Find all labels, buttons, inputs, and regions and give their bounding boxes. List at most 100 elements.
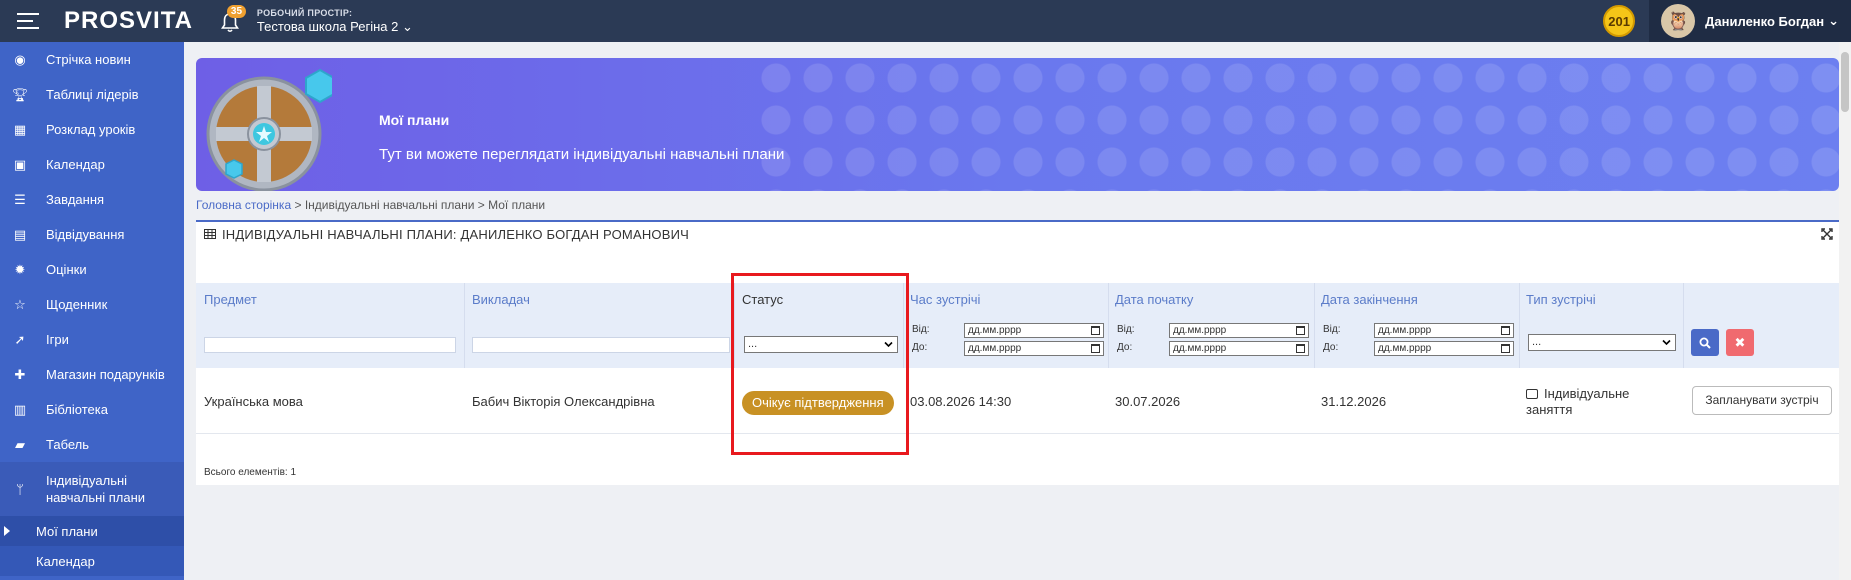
start-date-to-input[interactable]: дд.мм.рррр bbox=[1169, 341, 1309, 356]
monitor-icon bbox=[1526, 389, 1538, 399]
banner-pattern bbox=[756, 58, 1839, 191]
fullscreen-icon[interactable] bbox=[1821, 228, 1833, 240]
column-header-meeting-type[interactable]: Тип зустрічі bbox=[1526, 292, 1596, 307]
sidebar-subitem-my-plans[interactable]: Мої плани bbox=[0, 516, 184, 546]
workspace-switcher[interactable]: РОБОЧИЙ ПРОСТІР: Тестова школа Регіна 2 … bbox=[257, 8, 413, 35]
sidebar-item-label-line2: навчальні плани bbox=[46, 490, 146, 505]
sidebar-item-diary[interactable]: ☆ Щоденник bbox=[0, 287, 184, 322]
calendar-icon bbox=[1501, 326, 1510, 335]
column-divider bbox=[1683, 283, 1684, 368]
column-header-end-date[interactable]: Дата закінчення bbox=[1321, 292, 1418, 307]
date-placeholder: дд.мм.рррр bbox=[968, 343, 1022, 354]
teacher-filter-input[interactable] bbox=[472, 337, 730, 353]
subject-filter-input[interactable] bbox=[204, 337, 456, 353]
star-icon: ☆ bbox=[14, 296, 26, 312]
column-header-subject[interactable]: Предмет bbox=[204, 292, 257, 307]
sidebar-item-tasks[interactable]: ☰ Завдання bbox=[0, 182, 184, 217]
end-date-to-label: До: bbox=[1323, 342, 1339, 353]
sidebar-item-label: Таблиці лідерів bbox=[46, 87, 139, 102]
sidebar-item-label: Табель bbox=[46, 437, 90, 452]
end-date-to-input[interactable]: дд.мм.рррр bbox=[1374, 341, 1514, 356]
column-header-start-date[interactable]: Дата початку bbox=[1115, 292, 1193, 307]
gear-badge-icon: ✹ bbox=[14, 261, 26, 277]
sidebar-item-label: Оцінки bbox=[46, 262, 87, 277]
calendar-icon bbox=[1091, 326, 1100, 335]
end-date-from-input[interactable]: дд.мм.рррр bbox=[1374, 323, 1514, 338]
calendar-icon bbox=[1501, 344, 1510, 353]
search-button[interactable] bbox=[1691, 329, 1719, 356]
panel-header: ІНДИВІДУАЛЬНІ НАВЧАЛЬНІ ПЛАНИ: ДАНИЛЕНКО… bbox=[196, 222, 1839, 246]
sidebar-item-schedule[interactable]: ▦ Розклад уроків bbox=[0, 112, 184, 147]
cell-teacher: Бабич Вікторія Олександрівна bbox=[472, 394, 655, 409]
column-divider bbox=[1314, 283, 1315, 368]
cell-meeting-type: Індивідуальне заняття bbox=[1526, 386, 1666, 418]
gift-icon: ✚ bbox=[14, 366, 26, 382]
meeting-type-filter-select[interactable]: ... bbox=[1528, 334, 1676, 351]
meeting-time-from-input[interactable]: дд.мм.рррр bbox=[964, 323, 1104, 338]
search-icon bbox=[1699, 337, 1711, 349]
calendar-icon: ▣ bbox=[13, 156, 27, 172]
user-menu[interactable]: 🦉 Даниленко Богдан ⌄ bbox=[1649, 0, 1851, 42]
sidebar-item-gift-shop[interactable]: ✚ Магазин подарунків bbox=[0, 357, 184, 392]
sidebar-item-label: Бібліотека bbox=[46, 402, 108, 417]
coins-badge[interactable]: 201 bbox=[1603, 5, 1636, 37]
start-date-from-input[interactable]: дд.мм.рррр bbox=[1169, 323, 1309, 338]
sidebar-item-calendar[interactable]: ▣ Календар bbox=[0, 147, 184, 182]
trophy-icon: 🏆︎ bbox=[11, 86, 29, 102]
notifications-badge: 35 bbox=[226, 5, 247, 18]
clear-filters-button[interactable]: ✖ bbox=[1726, 329, 1754, 356]
breadcrumb: Головна сторінка > Індивідуальні навчаль… bbox=[196, 198, 545, 212]
table-icon bbox=[204, 229, 216, 239]
sidebar-item-grades[interactable]: ✹ Оцінки bbox=[0, 252, 184, 287]
date-placeholder: дд.мм.рррр bbox=[1173, 343, 1227, 354]
meeting-time-from-label: Від: bbox=[912, 324, 930, 335]
close-icon: ✖ bbox=[1734, 334, 1746, 350]
workspace-label: РОБОЧИЙ ПРОСТІР: bbox=[256, 7, 353, 18]
sidebar-subitem-label: Мої плани bbox=[36, 523, 98, 539]
sidebar-item-leaderboards[interactable]: 🏆︎ Таблиці лідерів bbox=[0, 77, 184, 112]
breadcrumb-home-link[interactable]: Головна сторінка bbox=[196, 198, 291, 212]
menu-toggle-button[interactable] bbox=[0, 0, 56, 42]
fork-icon: ᛘ bbox=[16, 481, 24, 497]
start-date-from-label: Від: bbox=[1117, 324, 1135, 335]
schedule-meeting-button[interactable]: Запланувати зустріч bbox=[1692, 386, 1832, 415]
notifications-button[interactable]: 35 bbox=[220, 5, 247, 33]
sidebar-item-label: Стрічка новин bbox=[46, 52, 131, 67]
sidebar-item-label: Завдання bbox=[46, 192, 105, 207]
sidebar: ◉ Стрічка новин 🏆︎ Таблиці лідерів ▦ Розкла… bbox=[0, 42, 184, 580]
column-divider bbox=[1519, 283, 1520, 368]
page-title: Мої плани bbox=[379, 112, 450, 128]
table-filters: ... Від: дд.мм.рррр До: дд.мм.рррр Від: … bbox=[196, 314, 1839, 368]
page-scrollbar[interactable] bbox=[1839, 42, 1851, 580]
sidebar-item-attendance[interactable]: ▤ Відвідування bbox=[0, 217, 184, 252]
meeting-type-text: Індивідуальне заняття bbox=[1526, 386, 1630, 417]
sidebar-item-individual-plans[interactable]: ᛘ Індивідуальні навчальні плани bbox=[0, 462, 184, 516]
date-placeholder: дд.мм.рррр bbox=[1173, 325, 1227, 336]
sidebar-item-label: Ігри bbox=[46, 332, 69, 347]
rocket-icon: ➚ bbox=[14, 331, 26, 347]
cell-meeting-time: 03.08.2026 14:30 bbox=[910, 394, 1012, 409]
panel-title: ІНДИВІДУАЛЬНІ НАВЧАЛЬНІ ПЛАНИ: ДАНИЛЕНКО… bbox=[222, 226, 690, 242]
meeting-time-to-label: До: bbox=[912, 342, 928, 353]
rss-icon: ◉ bbox=[14, 51, 26, 67]
meeting-time-to-input[interactable]: дд.мм.рррр bbox=[964, 341, 1104, 356]
column-header-meeting-time[interactable]: Час зустрічі bbox=[910, 292, 980, 307]
sidebar-subitem-label: Календар bbox=[36, 553, 95, 569]
hamburger-icon bbox=[17, 13, 39, 29]
breadcrumb-level2[interactable]: Індивідуальні навчальні плани bbox=[305, 198, 475, 212]
workspace-value-row: Тестова школа Регіна 2 ⌄ bbox=[257, 19, 413, 35]
table-header: Предмет Викладач Статус Час зустрічі Дат… bbox=[196, 283, 1839, 314]
sidebar-item-label: Щоденник bbox=[46, 297, 108, 312]
page-banner: Мої плани Тут ви можете переглядати інди… bbox=[196, 58, 1839, 191]
sidebar-item-library[interactable]: ▥ Бібліотека bbox=[0, 392, 184, 427]
end-date-from-label: Від: bbox=[1323, 324, 1341, 335]
shield-icon bbox=[206, 68, 332, 191]
sidebar-item-news[interactable]: ◉ Стрічка новин bbox=[0, 42, 184, 77]
calendar-icon bbox=[1296, 344, 1305, 353]
sidebar-subitem-calendar[interactable]: Календар bbox=[0, 546, 184, 576]
sidebar-item-games[interactable]: ➚ Ігри bbox=[0, 322, 184, 357]
column-header-teacher[interactable]: Викладач bbox=[472, 292, 530, 307]
scrollbar-thumb[interactable] bbox=[1841, 52, 1849, 112]
prosvita-logo[interactable]: PROSVITA bbox=[64, 7, 193, 35]
sidebar-item-report-card[interactable]: ▰ Табель bbox=[0, 427, 184, 462]
